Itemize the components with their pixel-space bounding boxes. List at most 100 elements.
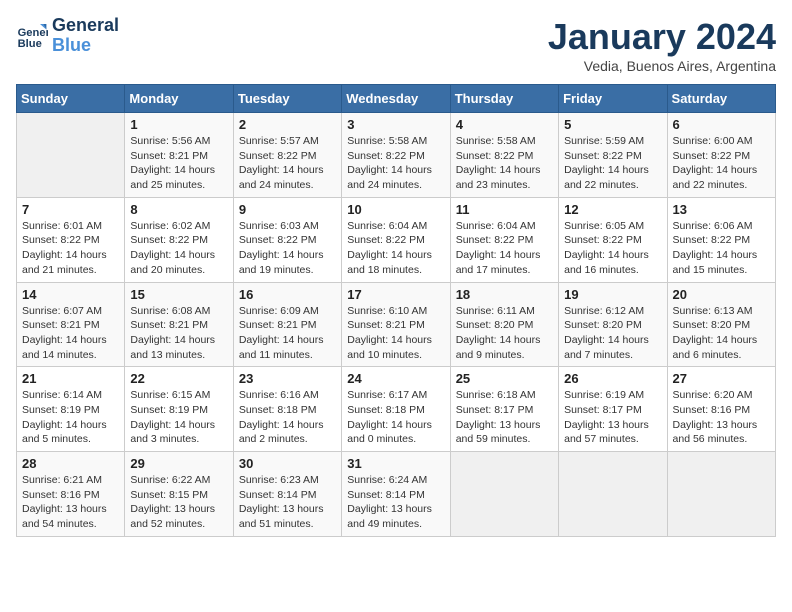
day-number: 10 bbox=[347, 202, 444, 217]
day-info: Sunrise: 6:10 AM Sunset: 8:21 PM Dayligh… bbox=[347, 304, 444, 363]
day-number: 15 bbox=[130, 287, 227, 302]
weekday-header-sunday: Sunday bbox=[17, 85, 125, 113]
day-info: Sunrise: 6:19 AM Sunset: 8:17 PM Dayligh… bbox=[564, 388, 661, 447]
day-info: Sunrise: 6:03 AM Sunset: 8:22 PM Dayligh… bbox=[239, 219, 336, 278]
day-info: Sunrise: 6:05 AM Sunset: 8:22 PM Dayligh… bbox=[564, 219, 661, 278]
day-number: 24 bbox=[347, 371, 444, 386]
calendar-cell: 19 Sunrise: 6:12 AM Sunset: 8:20 PM Dayli… bbox=[559, 282, 667, 367]
day-info: Sunrise: 6:18 AM Sunset: 8:17 PM Dayligh… bbox=[456, 388, 553, 447]
day-number: 13 bbox=[673, 202, 770, 217]
day-info: Sunrise: 6:23 AM Sunset: 8:14 PM Dayligh… bbox=[239, 473, 336, 532]
calendar-cell: 10 Sunrise: 6:04 AM Sunset: 8:22 PM Dayli… bbox=[342, 197, 450, 282]
day-info: Sunrise: 6:14 AM Sunset: 8:19 PM Dayligh… bbox=[22, 388, 119, 447]
day-info: Sunrise: 6:08 AM Sunset: 8:21 PM Dayligh… bbox=[130, 304, 227, 363]
location: Vedia, Buenos Aires, Argentina bbox=[548, 58, 776, 74]
calendar-cell: 17Sunrise: 6:10 AM Sunset: 8:21 PM Dayli… bbox=[342, 282, 450, 367]
day-number: 2 bbox=[239, 117, 336, 132]
calendar-cell: 31 Sunrise: 6:24 AM Sunset: 8:14 PM Dayli… bbox=[342, 452, 450, 537]
weekday-header-friday: Friday bbox=[559, 85, 667, 113]
weekday-header-tuesday: Tuesday bbox=[233, 85, 341, 113]
day-number: 19 bbox=[564, 287, 661, 302]
day-info: Sunrise: 6:21 AM Sunset: 8:16 PM Dayligh… bbox=[22, 473, 119, 532]
day-number: 21 bbox=[22, 371, 119, 386]
calendar-cell: 28Sunrise: 6:21 AM Sunset: 8:16 PM Dayli… bbox=[17, 452, 125, 537]
day-number: 26 bbox=[564, 371, 661, 386]
day-info: Sunrise: 6:24 AM Sunset: 8:14 PM Dayligh… bbox=[347, 473, 444, 532]
calendar-cell: 5 Sunrise: 5:59 AM Sunset: 8:22 PM Daylig… bbox=[559, 113, 667, 198]
calendar-cell: 2 Sunrise: 5:57 AM Sunset: 8:22 PM Daylig… bbox=[233, 113, 341, 198]
calendar-cell: 13 Sunrise: 6:06 AM Sunset: 8:22 PM Dayli… bbox=[667, 197, 775, 282]
day-number: 30 bbox=[239, 456, 336, 471]
weekday-header-wednesday: Wednesday bbox=[342, 85, 450, 113]
day-number: 29 bbox=[130, 456, 227, 471]
day-info: Sunrise: 6:17 AM Sunset: 8:18 PM Dayligh… bbox=[347, 388, 444, 447]
day-info: Sunrise: 6:07 AM Sunset: 8:21 PM Dayligh… bbox=[22, 304, 119, 363]
page-header: General Blue General Blue January 2024 V… bbox=[16, 16, 776, 74]
day-number: 16 bbox=[239, 287, 336, 302]
calendar-cell: 3Sunrise: 5:58 AM Sunset: 8:22 PM Daylig… bbox=[342, 113, 450, 198]
calendar-cell bbox=[450, 452, 558, 537]
day-info: Sunrise: 6:00 AM Sunset: 8:22 PM Dayligh… bbox=[673, 134, 770, 193]
logo: General Blue General Blue bbox=[16, 16, 119, 56]
calendar-cell: 11Sunrise: 6:04 AM Sunset: 8:22 PM Dayli… bbox=[450, 197, 558, 282]
day-number: 5 bbox=[564, 117, 661, 132]
logo-line1: General bbox=[52, 15, 119, 35]
calendar-cell: 25 Sunrise: 6:18 AM Sunset: 8:17 PM Dayli… bbox=[450, 367, 558, 452]
day-number: 22 bbox=[130, 371, 227, 386]
weekday-row: SundayMondayTuesdayWednesdayThursdayFrid… bbox=[17, 85, 776, 113]
calendar-cell bbox=[559, 452, 667, 537]
day-number: 31 bbox=[347, 456, 444, 471]
logo-line2: Blue bbox=[52, 35, 91, 55]
day-info: Sunrise: 6:20 AM Sunset: 8:16 PM Dayligh… bbox=[673, 388, 770, 447]
calendar-cell: 4 Sunrise: 5:58 AM Sunset: 8:22 PM Daylig… bbox=[450, 113, 558, 198]
calendar-cell: 23Sunrise: 6:16 AM Sunset: 8:18 PM Dayli… bbox=[233, 367, 341, 452]
day-info: Sunrise: 5:58 AM Sunset: 8:22 PM Dayligh… bbox=[456, 134, 553, 193]
calendar-cell: 27 Sunrise: 6:20 AM Sunset: 8:16 PM Dayli… bbox=[667, 367, 775, 452]
day-info: Sunrise: 6:09 AM Sunset: 8:21 PM Dayligh… bbox=[239, 304, 336, 363]
day-info: Sunrise: 5:58 AM Sunset: 8:22 PM Dayligh… bbox=[347, 134, 444, 193]
weekday-header-saturday: Saturday bbox=[667, 85, 775, 113]
calendar-cell: 15 Sunrise: 6:08 AM Sunset: 8:21 PM Dayli… bbox=[125, 282, 233, 367]
day-number: 1 bbox=[130, 117, 227, 132]
day-info: Sunrise: 5:59 AM Sunset: 8:22 PM Dayligh… bbox=[564, 134, 661, 193]
calendar-cell bbox=[667, 452, 775, 537]
svg-text:General: General bbox=[18, 27, 48, 39]
day-info: Sunrise: 6:11 AM Sunset: 8:20 PM Dayligh… bbox=[456, 304, 553, 363]
day-info: Sunrise: 5:57 AM Sunset: 8:22 PM Dayligh… bbox=[239, 134, 336, 193]
calendar-cell: 30 Sunrise: 6:23 AM Sunset: 8:14 PM Dayli… bbox=[233, 452, 341, 537]
svg-text:Blue: Blue bbox=[18, 38, 42, 50]
calendar-cell: 9Sunrise: 6:03 AM Sunset: 8:22 PM Daylig… bbox=[233, 197, 341, 282]
calendar-cell: 22 Sunrise: 6:15 AM Sunset: 8:19 PM Dayli… bbox=[125, 367, 233, 452]
day-info: Sunrise: 6:16 AM Sunset: 8:18 PM Dayligh… bbox=[239, 388, 336, 447]
day-number: 4 bbox=[456, 117, 553, 132]
day-info: Sunrise: 6:01 AM Sunset: 8:22 PM Dayligh… bbox=[22, 219, 119, 278]
day-info: Sunrise: 6:12 AM Sunset: 8:20 PM Dayligh… bbox=[564, 304, 661, 363]
day-info: Sunrise: 5:56 AM Sunset: 8:21 PM Dayligh… bbox=[130, 134, 227, 193]
day-info: Sunrise: 6:04 AM Sunset: 8:22 PM Dayligh… bbox=[347, 219, 444, 278]
day-info: Sunrise: 6:13 AM Sunset: 8:20 PM Dayligh… bbox=[673, 304, 770, 363]
calendar-cell: 21 Sunrise: 6:14 AM Sunset: 8:19 PM Dayli… bbox=[17, 367, 125, 452]
week-row-3: 14Sunrise: 6:07 AM Sunset: 8:21 PM Dayli… bbox=[17, 282, 776, 367]
day-number: 12 bbox=[564, 202, 661, 217]
day-number: 27 bbox=[673, 371, 770, 386]
day-number: 25 bbox=[456, 371, 553, 386]
month-title: January 2024 bbox=[548, 16, 776, 58]
calendar-table: SundayMondayTuesdayWednesdayThursdayFrid… bbox=[16, 84, 776, 537]
calendar-cell: 18 Sunrise: 6:11 AM Sunset: 8:20 PM Dayli… bbox=[450, 282, 558, 367]
calendar-cell bbox=[17, 113, 125, 198]
day-info: Sunrise: 6:06 AM Sunset: 8:22 PM Dayligh… bbox=[673, 219, 770, 278]
calendar-cell: 29Sunrise: 6:22 AM Sunset: 8:15 PM Dayli… bbox=[125, 452, 233, 537]
weekday-header-monday: Monday bbox=[125, 85, 233, 113]
day-info: Sunrise: 6:02 AM Sunset: 8:22 PM Dayligh… bbox=[130, 219, 227, 278]
day-number: 18 bbox=[456, 287, 553, 302]
day-number: 20 bbox=[673, 287, 770, 302]
calendar-cell: 6Sunrise: 6:00 AM Sunset: 8:22 PM Daylig… bbox=[667, 113, 775, 198]
calendar-body: 1 Sunrise: 5:56 AM Sunset: 8:21 PM Daylig… bbox=[17, 113, 776, 537]
week-row-1: 1 Sunrise: 5:56 AM Sunset: 8:21 PM Daylig… bbox=[17, 113, 776, 198]
day-info: Sunrise: 6:15 AM Sunset: 8:19 PM Dayligh… bbox=[130, 388, 227, 447]
day-number: 8 bbox=[130, 202, 227, 217]
week-row-5: 28Sunrise: 6:21 AM Sunset: 8:16 PM Dayli… bbox=[17, 452, 776, 537]
logo-text: General Blue bbox=[52, 16, 119, 56]
calendar-cell: 16 Sunrise: 6:09 AM Sunset: 8:21 PM Dayli… bbox=[233, 282, 341, 367]
calendar-cell: 20 Sunrise: 6:13 AM Sunset: 8:20 PM Dayli… bbox=[667, 282, 775, 367]
